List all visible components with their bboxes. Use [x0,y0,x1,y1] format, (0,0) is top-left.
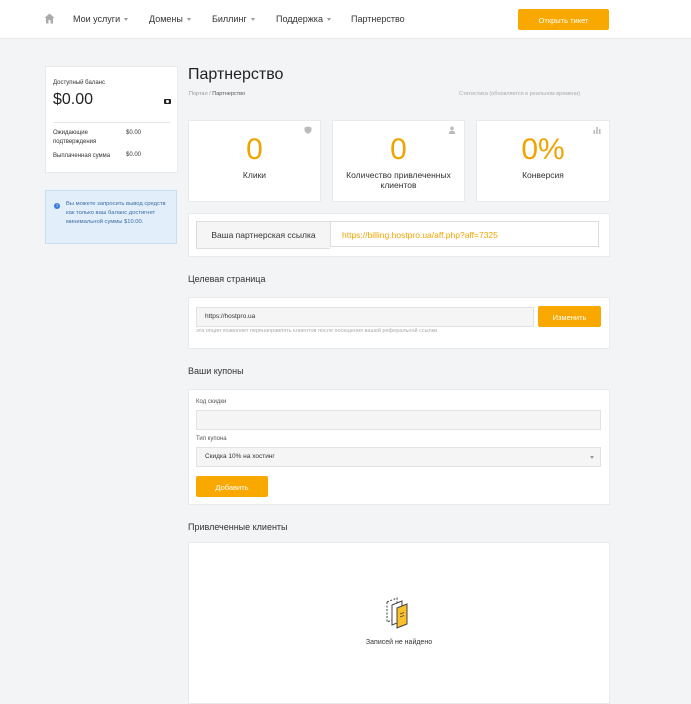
landing-hint: эта опция позволяет перенаправлять клиен… [196,328,438,334]
breadcrumb: Портал / Партнерство [189,91,245,97]
info-icon: i [54,203,60,209]
breadcrumb-home[interactable]: Портал [189,91,208,97]
empty-state-text: Записей не найдено [365,639,433,646]
stat-label: Конверсия [522,170,564,180]
pending-value: $0.00 [126,130,142,136]
discount-code-input[interactable] [196,410,601,430]
landing-section-title: Целевая страница [188,274,266,284]
landing-url-input[interactable]: https://hostpro.ua [196,307,534,327]
paid-label: Выплаченная сумма [53,153,111,159]
landing-card: https://hostpro.ua Изменить эта опция по… [188,297,610,349]
chevron-down-icon [326,18,331,22]
page-title: Партнерство [188,66,284,83]
files-icon [386,597,408,629]
chevron-down-icon [186,18,191,22]
nav-item-support[interactable]: Поддержка [276,14,331,24]
coupon-type-select[interactable]: Скидка 10% на хостинг [196,447,601,467]
top-navbar: Мои услуги Домены Биллинг Поддержка Парт… [0,0,691,39]
stat-value: 0% [521,133,565,166]
stat-label: Количество привлеченных клиентов [346,170,451,190]
breadcrumb-current: Партнерство [212,91,246,97]
referral-link-field[interactable]: https://billing.hostpro.ua/aff.php?aff=7… [330,221,599,247]
withdrawal-info-alert: i Вы можете запросить вывод средств как … [45,190,177,244]
referral-link-card: Ваша партнерская ссылка https://billing.… [188,213,610,257]
coupon-type-label: Тип купона [196,436,227,442]
pending-label: Ожидающие подтверждения [53,130,97,145]
open-ticket-button[interactable]: Открыть тикет [518,9,609,30]
stat-card-referrals: 0 Количество привлеченных клиентов [332,120,465,202]
balance-label: Доступный баланс [53,80,105,86]
divider [53,122,170,123]
wallet-icon [164,99,171,104]
paid-value: $0.00 [126,152,142,158]
nav-item-domains[interactable]: Домены [149,14,191,24]
info-text: Вы можете запросить вывод средств как то… [66,201,166,225]
balance-amount: $0.00 [53,91,94,108]
stat-card-conversion: 0% Конверсия [476,120,610,202]
nav-item-billing[interactable]: Биллинг [212,14,255,24]
balance-card: Доступный баланс $0.00 Ожидающие подтвер… [45,66,178,173]
stat-value: 0 [246,133,263,166]
clients-card: Записей не найдено [188,542,610,704]
coupons-card: Код скидки Тип купона Скидка 10% на хост… [188,389,610,505]
nav-item-affiliates[interactable]: Партнерство [351,14,405,24]
stat-card-clicks: 0 Клики [188,120,321,202]
referral-link-label: Ваша партнерская ссылка [196,221,330,249]
stat-value: 0 [390,133,407,166]
add-coupon-button[interactable]: Добавить [196,476,268,497]
home-icon[interactable] [44,13,55,24]
clients-section-title: Привлеченные клиенты [188,522,288,532]
coupons-section-title: Ваши купоны [188,366,244,376]
chevron-down-icon [124,18,129,22]
discount-code-label: Код скидки [196,399,227,405]
chevron-down-icon [590,456,594,459]
stats-note: Статистика (обновляется в реальном време… [459,91,581,97]
change-button[interactable]: Изменить [538,306,601,327]
coupon-type-value: Скидка 10% на хостинг [205,453,275,460]
chevron-down-icon [250,18,255,22]
nav-item-my-services[interactable]: Мои услуги [73,14,129,24]
stat-label: Клики [242,170,267,180]
